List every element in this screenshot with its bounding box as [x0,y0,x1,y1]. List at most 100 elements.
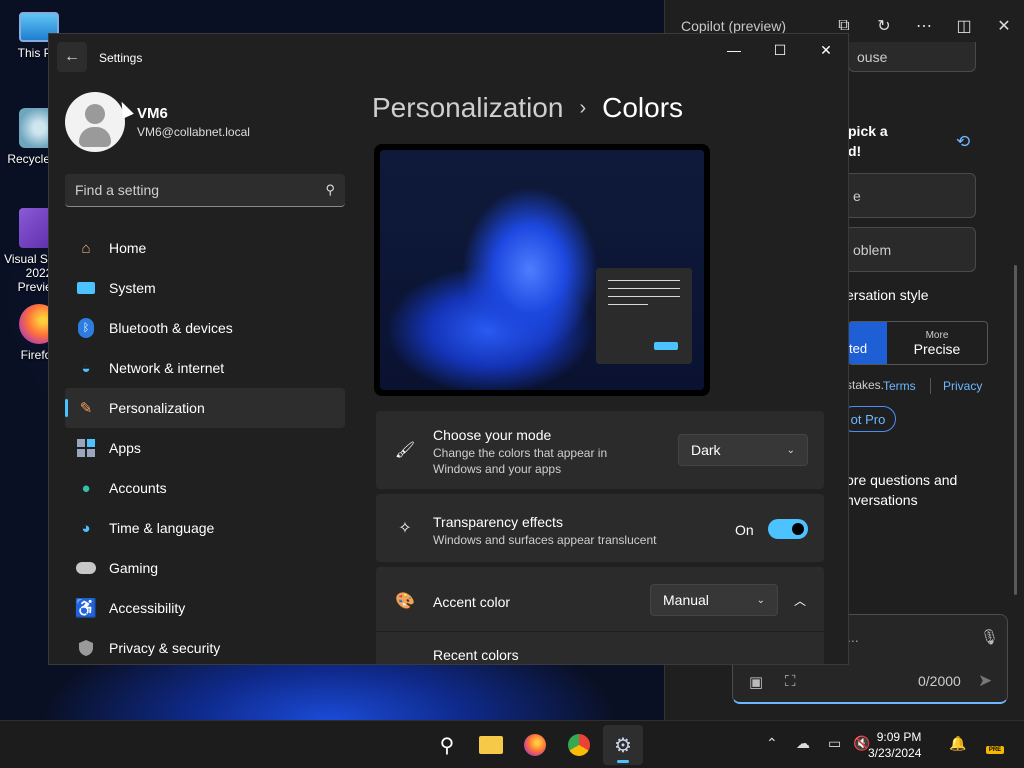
accent-color-card: 🎨 Accent color Manual ⌄ ︿ Recent colors [376,567,824,664]
nav-item-label: Accessibility [109,600,186,616]
transparency-setting-card: ✧ Transparency effects Windows and surfa… [376,494,824,562]
transparency-description: Windows and surfaces appear translucent [433,533,657,547]
copilot-suggestion-top[interactable]: ouse [848,42,976,72]
nav-item-home[interactable]: ⌂ Home [65,228,345,268]
taskbar-firefox[interactable] [515,725,555,765]
settings-nav: ⌂ Home System ᛒ Bluetooth & devices ◒ Ne… [65,228,345,664]
sparkle-icon: ✧ [398,520,412,537]
taskbar-search-button[interactable]: ⚲ [427,725,467,765]
theme-preview [374,144,710,396]
minimize-button[interactable]: — [711,34,757,66]
transparency-toggle[interactable] [768,519,808,539]
shield-icon [75,637,97,659]
clock-date: 3/23/2024 [868,746,922,760]
breadcrumb: Personalization › Colors [372,92,683,124]
system-clock[interactable]: 9:09 PM 3/23/2024 [868,729,921,761]
nav-item-accessibility[interactable]: ♿ Accessibility [65,588,345,628]
mode-dropdown-value: Dark [691,442,721,458]
nav-item-label: System [109,280,156,296]
accent-title: Accent color [433,594,511,610]
firefox-icon [524,734,546,756]
chrome-icon [568,734,590,756]
nav-item-label: Time & language [109,520,215,536]
back-button[interactable]: ← [57,42,87,72]
taskbar-file-explorer[interactable] [471,725,511,765]
copilot-pick-line2: d! [848,143,862,159]
image-capture-icon[interactable]: ▣ [749,673,763,691]
style-option-balanced[interactable]: ted [849,322,887,364]
style-option-precise[interactable]: More Precise [887,322,987,364]
taskbar: ⚲ ⚙ ⌃ ☁ ▭ 🔇 9:09 PM 3/23/2024 🔔 [0,720,1024,768]
settings-search[interactable]: ⚲ [65,174,345,207]
close-button[interactable]: ✕ [803,34,848,66]
nav-item-label: Apps [109,440,141,456]
terms-link[interactable]: Terms [883,379,916,393]
maximize-button[interactable]: ☐ [757,34,803,66]
notification-bell-icon[interactable]: 🔔 [949,735,966,752]
avatar [65,92,125,152]
taskbar-settings[interactable]: ⚙ [603,725,643,765]
copilot-suggestion-button[interactable]: oblem [844,227,976,272]
breadcrumb-separator: › [579,96,587,119]
accent-dropdown-value: Manual [663,592,709,608]
send-icon[interactable]: ➤ [978,671,992,691]
profile-name: VM6 [137,105,168,122]
preview-accent-button [654,342,678,350]
network-icon: ◒ [81,359,91,377]
nav-item-bluetooth[interactable]: ᛒ Bluetooth & devices [65,308,345,348]
nav-item-accounts[interactable]: ● Accounts [65,468,345,508]
refresh-suggestions-icon[interactable]: ⟲ [956,132,970,152]
globe-clock-icon: ◕ [81,519,91,537]
style-option-label: ted [849,341,868,356]
nav-item-time-language[interactable]: ◕ Time & language [65,508,345,548]
nav-item-apps[interactable]: Apps [65,428,345,468]
collapse-button[interactable]: ︿ [786,586,814,614]
conversation-style-label: ersation style [846,287,929,303]
copilot-title: Copilot (preview) [681,18,787,34]
onedrive-icon[interactable]: ☁ [796,735,810,752]
accessibility-icon: ♿ [74,597,98,618]
transparency-title: Transparency effects [433,514,563,530]
display-icon[interactable]: ▭ [828,735,841,752]
nav-item-system[interactable]: System [65,268,345,308]
nav-item-label: Personalization [109,400,205,416]
accounts-icon: ● [81,479,91,497]
chevron-up-icon: ︿ [793,593,806,608]
apps-icon [75,437,97,459]
settings-icon: ⚙ [614,734,632,757]
privacy-link[interactable]: Privacy [943,379,982,393]
screenshot-icon[interactable]: ⛶ [785,673,796,690]
close-icon[interactable]: ✕ [984,0,1024,52]
nav-item-label: Network & internet [109,360,225,376]
close-icon: ✕ [820,41,832,58]
copilot-suggestion-text: ouse [857,48,888,65]
nav-item-label: Privacy & security [109,640,221,656]
breadcrumb-parent[interactable]: Personalization [372,92,563,124]
info-text-line1: ore questions and [846,472,958,488]
page-title: Colors [602,92,684,123]
nav-item-privacy-security[interactable]: Privacy & security [65,628,345,664]
settings-window: ← Settings — ☐ ✕ VM6 VM6@collabnet.local… [48,33,849,665]
gamepad-icon [75,557,97,579]
accent-dropdown[interactable]: Manual ⌄ [650,584,778,616]
recent-colors-label: Recent colors [433,647,519,663]
chevron-down-icon: ⌄ [756,594,765,606]
microphone-icon[interactable]: 🎙 [980,628,999,646]
mode-dropdown[interactable]: Dark ⌄ [678,434,808,466]
nav-item-network[interactable]: ◒ Network & internet [65,348,345,388]
profile-email: VM6@collabnet.local [137,125,250,139]
user-profile[interactable]: VM6 VM6@collabnet.local [65,92,250,152]
nav-item-personalization[interactable]: ✎ Personalization [65,388,345,428]
search-icon[interactable]: ⚲ [325,182,335,198]
nav-item-label: Gaming [109,560,159,576]
nav-item-label: Home [109,240,147,256]
copilot-suggestion-text: oblem [853,241,892,258]
toggle-state-label: On [735,522,754,538]
character-counter: 0/2000 [918,673,961,689]
copilot-scrollbar[interactable] [1014,265,1017,595]
nav-item-gaming[interactable]: Gaming [65,548,345,588]
copilot-suggestion-button[interactable]: e [844,173,976,218]
taskbar-chrome[interactable] [559,725,599,765]
search-input[interactable] [75,182,326,198]
show-hidden-icons-button[interactable]: ⌃ [766,735,778,752]
